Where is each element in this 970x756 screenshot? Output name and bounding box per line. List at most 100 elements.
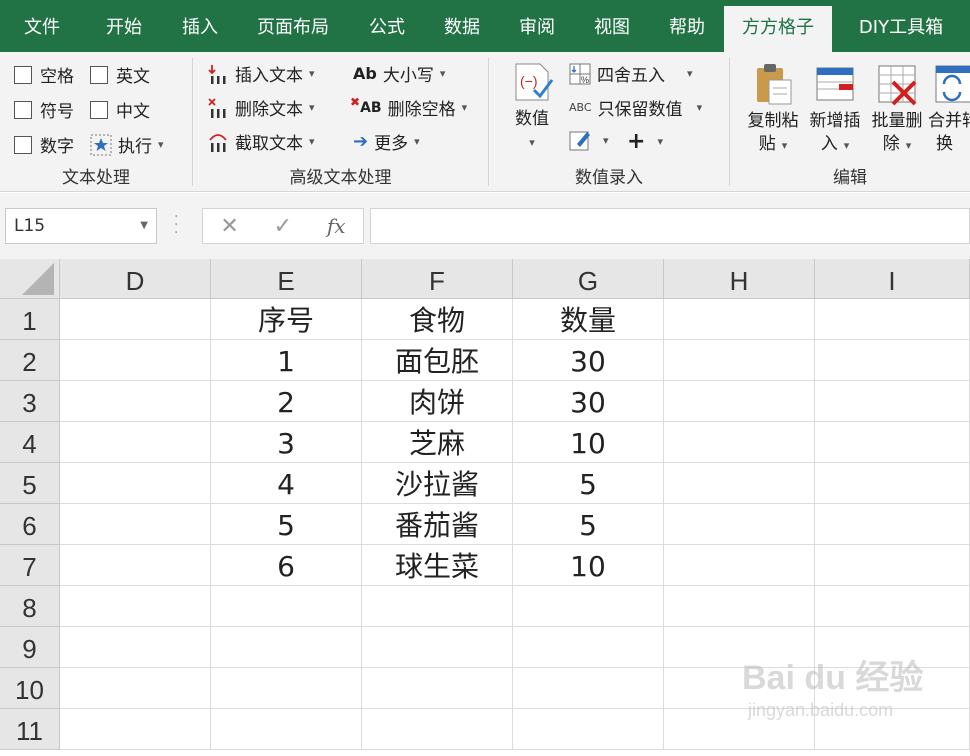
row-header-1[interactable]: 1 [0, 299, 60, 340]
tab-file[interactable]: 文件 [0, 0, 84, 52]
cell-g5[interactable]: 5 [513, 463, 664, 504]
checkbox-symbol[interactable]: 符号 [14, 97, 74, 122]
merge-convert-button[interactable]: 合并转 换 [928, 62, 970, 156]
tab-view[interactable]: 视图 [574, 0, 650, 52]
row-header-3[interactable]: 3 [0, 381, 60, 422]
tab-page-layout[interactable]: 页面布局 [236, 0, 350, 52]
cell-f6[interactable]: 番茄酱 [362, 504, 513, 545]
cell-d7[interactable] [60, 545, 211, 586]
cell-g10[interactable] [513, 668, 664, 709]
cell-f4[interactable]: 芝麻 [362, 422, 513, 463]
cell-d11[interactable] [60, 709, 211, 750]
execute-button[interactable]: 执行 ▾ [90, 132, 164, 157]
cell-d2[interactable] [60, 340, 211, 381]
cell-i2[interactable] [815, 340, 970, 381]
cell-e7[interactable]: 6 [211, 545, 362, 586]
cell-e8[interactable] [211, 586, 362, 627]
cell-d10[interactable] [60, 668, 211, 709]
number-button[interactable]: (−) 数值 ▾ [499, 60, 565, 154]
tab-fangfang[interactable]: 方方格子 [724, 6, 832, 52]
column-header-i[interactable]: I [815, 259, 970, 299]
tab-data[interactable]: 数据 [424, 0, 500, 52]
checkbox-box[interactable] [14, 65, 32, 84]
cell-i6[interactable] [815, 504, 970, 545]
chevron-down-icon[interactable]: ▼ [140, 209, 148, 243]
row-header-7[interactable]: 7 [0, 545, 60, 586]
cell-h2[interactable] [664, 340, 815, 381]
checkbox-english[interactable]: 英文 [90, 62, 150, 87]
cell-d9[interactable] [60, 627, 211, 668]
cell-e10[interactable] [211, 668, 362, 709]
cell-h5[interactable] [664, 463, 815, 504]
edit-entry-button[interactable]: ▾ [569, 129, 609, 151]
tab-formulas[interactable]: 公式 [350, 0, 424, 52]
cell-h4[interactable] [664, 422, 815, 463]
cell-i7[interactable] [815, 545, 970, 586]
column-header-f[interactable]: F [362, 259, 513, 299]
checkbox-space[interactable]: 空格 [14, 62, 74, 87]
row-header-2[interactable]: 2 [0, 340, 60, 381]
cell-h1[interactable] [664, 299, 815, 340]
cell-g9[interactable] [513, 627, 664, 668]
tab-home[interactable]: 开始 [84, 0, 164, 52]
extract-text-button[interactable]: 截取文本 ▾ [207, 129, 315, 154]
round-button[interactable]: % 四舍五入 ▾ [569, 61, 693, 86]
cell-d4[interactable] [60, 422, 211, 463]
select-all-corner[interactable] [0, 259, 60, 299]
add-button[interactable]: + ▾ [627, 129, 663, 154]
row-header-11[interactable]: 11 [0, 709, 60, 750]
confirm-icon[interactable]: ✓ [274, 214, 292, 239]
cell-e6[interactable]: 5 [211, 504, 362, 545]
column-header-d[interactable]: D [60, 259, 211, 299]
cell-g11[interactable] [513, 709, 664, 750]
more-button[interactable]: ➔ 更多 ▾ [353, 129, 420, 154]
cell-h3[interactable] [664, 381, 815, 422]
cell-e5[interactable]: 4 [211, 463, 362, 504]
cell-i1[interactable] [815, 299, 970, 340]
insert-new-button[interactable]: 新增插 入 ▾ [804, 62, 866, 157]
row-header-6[interactable]: 6 [0, 504, 60, 545]
cell-e9[interactable] [211, 627, 362, 668]
cell-f10[interactable] [362, 668, 513, 709]
case-button[interactable]: Ab 大小写 ▾ [353, 61, 445, 86]
cell-h6[interactable] [664, 504, 815, 545]
row-header-9[interactable]: 9 [0, 627, 60, 668]
insert-function-button[interactable]: fx [327, 214, 346, 238]
cell-e4[interactable]: 3 [211, 422, 362, 463]
tab-help[interactable]: 帮助 [650, 0, 724, 52]
cell-f7[interactable]: 球生菜 [362, 545, 513, 586]
checkbox-number[interactable]: 数字 [14, 132, 74, 157]
cell-f11[interactable] [362, 709, 513, 750]
delete-text-button[interactable]: 删除文本 ▾ [207, 95, 315, 120]
cell-e3[interactable]: 2 [211, 381, 362, 422]
cell-f1[interactable]: 食物 [362, 299, 513, 340]
cell-f9[interactable] [362, 627, 513, 668]
checkbox-chinese[interactable]: 中文 [90, 97, 150, 122]
cell-d3[interactable] [60, 381, 211, 422]
delete-space-button[interactable]: ✖ AB 删除空格 ▾ [350, 95, 467, 121]
tab-diy-toolbox[interactable]: DIY工具箱 [832, 0, 970, 52]
checkbox-box[interactable] [90, 100, 108, 119]
column-header-g[interactable]: G [513, 259, 664, 299]
copy-paste-button[interactable]: 复制粘 贴 ▾ [742, 62, 804, 157]
cell-e2[interactable]: 1 [211, 340, 362, 381]
cell-g4[interactable]: 10 [513, 422, 664, 463]
tab-review[interactable]: 审阅 [500, 0, 574, 52]
cell-i5[interactable] [815, 463, 970, 504]
cell-g1[interactable]: 数量 [513, 299, 664, 340]
cancel-icon[interactable]: ✕ [220, 214, 238, 239]
cell-e11[interactable] [211, 709, 362, 750]
cell-e1[interactable]: 序号 [211, 299, 362, 340]
cell-g2[interactable]: 30 [513, 340, 664, 381]
cell-d1[interactable] [60, 299, 211, 340]
cell-g7[interactable]: 10 [513, 545, 664, 586]
row-header-8[interactable]: 8 [0, 586, 60, 627]
cell-g3[interactable]: 30 [513, 381, 664, 422]
batch-delete-button[interactable]: 批量删 除 ▾ [866, 62, 928, 157]
row-header-10[interactable]: 10 [0, 668, 60, 709]
cell-d6[interactable] [60, 504, 211, 545]
tab-insert[interactable]: 插入 [164, 0, 236, 52]
row-header-4[interactable]: 4 [0, 422, 60, 463]
cell-i3[interactable] [815, 381, 970, 422]
cell-h8[interactable] [664, 586, 815, 627]
